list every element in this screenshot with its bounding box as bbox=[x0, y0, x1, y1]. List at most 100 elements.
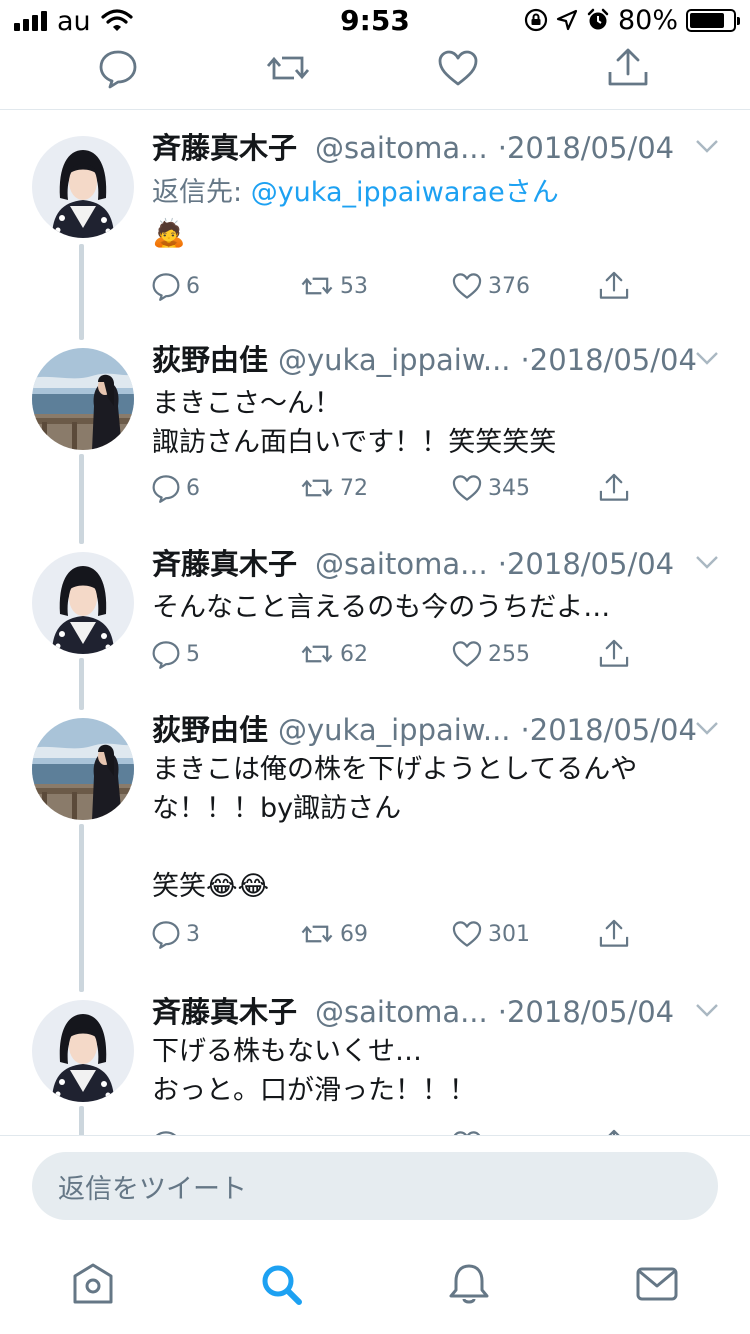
display-name[interactable]: 荻野由佳 bbox=[152, 710, 268, 750]
reply-button[interactable]: 6 bbox=[150, 270, 200, 302]
like-count: 301 bbox=[488, 921, 530, 947]
share-button[interactable] bbox=[598, 1128, 630, 1135]
tweet-date: 2018/05/04 bbox=[506, 995, 675, 1029]
chevron-down-icon[interactable] bbox=[694, 348, 720, 368]
reply-button[interactable]: 6 bbox=[150, 472, 200, 504]
separator-dot: · bbox=[520, 713, 530, 747]
handle[interactable]: @saitoma... bbox=[315, 544, 488, 584]
like-button[interactable]: 301 bbox=[450, 918, 530, 950]
search-icon[interactable] bbox=[258, 1261, 304, 1307]
chevron-down-icon[interactable] bbox=[694, 552, 720, 572]
share-button[interactable] bbox=[598, 918, 630, 950]
messages-icon[interactable] bbox=[634, 1261, 680, 1307]
tweet-text-line: 下げる株もないくせ… bbox=[152, 1036, 422, 1067]
tweet-text-line: 🙇 bbox=[152, 218, 186, 249]
reply-count: 3 bbox=[186, 921, 200, 947]
retweet-button[interactable]: 72 bbox=[298, 472, 368, 504]
separator-dot: · bbox=[497, 547, 507, 581]
like-icon[interactable] bbox=[436, 46, 480, 90]
chevron-down-icon[interactable] bbox=[694, 1000, 720, 1020]
reply-icon[interactable] bbox=[96, 46, 140, 90]
share-button[interactable] bbox=[598, 638, 630, 670]
handle[interactable]: @saitoma... bbox=[315, 992, 488, 1032]
thread-connector bbox=[79, 454, 84, 544]
retweet-icon bbox=[301, 479, 333, 497]
tweet[interactable]: 斉藤真木子 @saitoma... · 2018/05/04 そんなこと言えるの… bbox=[0, 544, 750, 710]
like-button[interactable]: 345 bbox=[450, 472, 530, 504]
reply-to-handle[interactable]: @yuka_ippaiwarae bbox=[251, 177, 505, 208]
tweet-text: まきこさ〜ん！ 諏訪さん面白いです！！笑笑笑笑 bbox=[152, 384, 720, 462]
home-icon[interactable] bbox=[70, 1261, 116, 1307]
tweet-header: 荻野由佳 @yuka_ippaiw... · 2018/05/04 bbox=[152, 340, 720, 380]
display-name[interactable]: 斉藤真木子 bbox=[152, 992, 297, 1032]
avatar[interactable] bbox=[32, 718, 134, 820]
thread-connector bbox=[79, 658, 84, 710]
display-name[interactable]: 荻野由佳 bbox=[152, 340, 268, 380]
battery-percent: 80% bbox=[617, 4, 678, 36]
tweet-text-line: おっと。口が滑った！！！ bbox=[152, 1075, 476, 1106]
display-name[interactable]: 斉藤真木子 bbox=[152, 544, 297, 584]
tweet-date: 2018/05/04 bbox=[506, 131, 675, 165]
reply-count: 6 bbox=[186, 475, 200, 501]
retweet-icon[interactable] bbox=[266, 46, 310, 90]
like-button[interactable]: 255 bbox=[450, 638, 530, 670]
avatar[interactable] bbox=[32, 552, 134, 654]
notifications-icon[interactable] bbox=[446, 1261, 492, 1307]
reply-button[interactable]: 5 bbox=[150, 638, 200, 670]
reply-to-suffix: さん bbox=[504, 177, 559, 208]
tweet-text: 下げる株もないくせ… おっと。口が滑った！！！ bbox=[152, 1032, 720, 1110]
like-button[interactable]: 376 bbox=[450, 270, 530, 302]
share-button[interactable] bbox=[598, 472, 630, 504]
reply-button[interactable] bbox=[150, 1128, 182, 1135]
share-icon bbox=[608, 1129, 620, 1135]
retweet-button[interactable]: 69 bbox=[298, 918, 368, 950]
separator-dot: · bbox=[497, 131, 507, 165]
tweet[interactable]: 荻野由佳 @yuka_ippaiw... · 2018/05/04 まきこさ〜ん… bbox=[0, 340, 750, 544]
tweet[interactable]: 斉藤真木子 @saitoma... · 2018/05/04 下げる株もないくせ… bbox=[0, 992, 750, 1135]
share-icon bbox=[599, 639, 629, 667]
chevron-down-icon[interactable] bbox=[694, 718, 720, 738]
like-count: 255 bbox=[488, 641, 530, 667]
share-icon[interactable] bbox=[606, 46, 650, 90]
like-icon bbox=[452, 921, 482, 947]
reply-icon bbox=[156, 1131, 176, 1135]
like-count: 345 bbox=[488, 475, 530, 501]
reply-button[interactable]: 3 bbox=[150, 918, 200, 950]
handle[interactable]: @yuka_ippaiw... bbox=[278, 710, 511, 750]
reply-icon bbox=[152, 921, 180, 949]
tweet-text-line: まきこは俺の株を下げようとしてるんや bbox=[152, 754, 638, 785]
retweet-icon bbox=[298, 1128, 336, 1135]
tweet-header: 荻野由佳 @yuka_ippaiw... · 2018/05/04 bbox=[152, 710, 720, 750]
retweet-count: 69 bbox=[340, 921, 368, 947]
conversation-thread: 斉藤真木子 @saitoma... · 2018/05/04 返信先: @yuk… bbox=[0, 110, 750, 1135]
tweet-text-line: 笑笑😂😂 bbox=[152, 871, 270, 902]
avatar[interactable] bbox=[32, 136, 134, 238]
like-count: 376 bbox=[488, 273, 530, 299]
retweet-button[interactable]: 62 bbox=[298, 638, 368, 670]
like-icon bbox=[452, 273, 482, 299]
like-icon bbox=[453, 1131, 481, 1135]
chevron-down-icon[interactable] bbox=[694, 136, 720, 156]
separator-dot: · bbox=[520, 343, 530, 377]
reply-composer: 返信をツイート bbox=[0, 1135, 750, 1253]
separator-dot: · bbox=[497, 995, 507, 1029]
thread-connector bbox=[79, 824, 84, 992]
tweet[interactable]: 荻野由佳 @yuka_ippaiw... · 2018/05/04 まきこは俺の… bbox=[0, 710, 750, 992]
share-button[interactable] bbox=[598, 270, 630, 302]
reply-count: 6 bbox=[186, 273, 200, 299]
thread-connector bbox=[79, 244, 84, 340]
retweet-button[interactable] bbox=[298, 1128, 336, 1135]
tweet-header: 斉藤真木子 @saitoma... · 2018/05/04 bbox=[152, 128, 720, 168]
avatar[interactable] bbox=[32, 1000, 134, 1102]
location-icon bbox=[556, 9, 578, 31]
display-name[interactable]: 斉藤真木子 bbox=[152, 128, 297, 168]
avatar[interactable] bbox=[32, 348, 134, 450]
tweet-date: 2018/05/04 bbox=[529, 343, 697, 377]
reply-input[interactable]: 返信をツイート bbox=[32, 1152, 718, 1220]
tweet[interactable]: 斉藤真木子 @saitoma... · 2018/05/04 返信先: @yuk… bbox=[0, 110, 750, 340]
retweet-button[interactable]: 53 bbox=[298, 270, 368, 302]
like-button[interactable] bbox=[450, 1128, 484, 1135]
handle[interactable]: @saitoma... bbox=[315, 128, 488, 168]
retweet-icon bbox=[301, 277, 333, 295]
handle[interactable]: @yuka_ippaiw... bbox=[278, 340, 511, 380]
